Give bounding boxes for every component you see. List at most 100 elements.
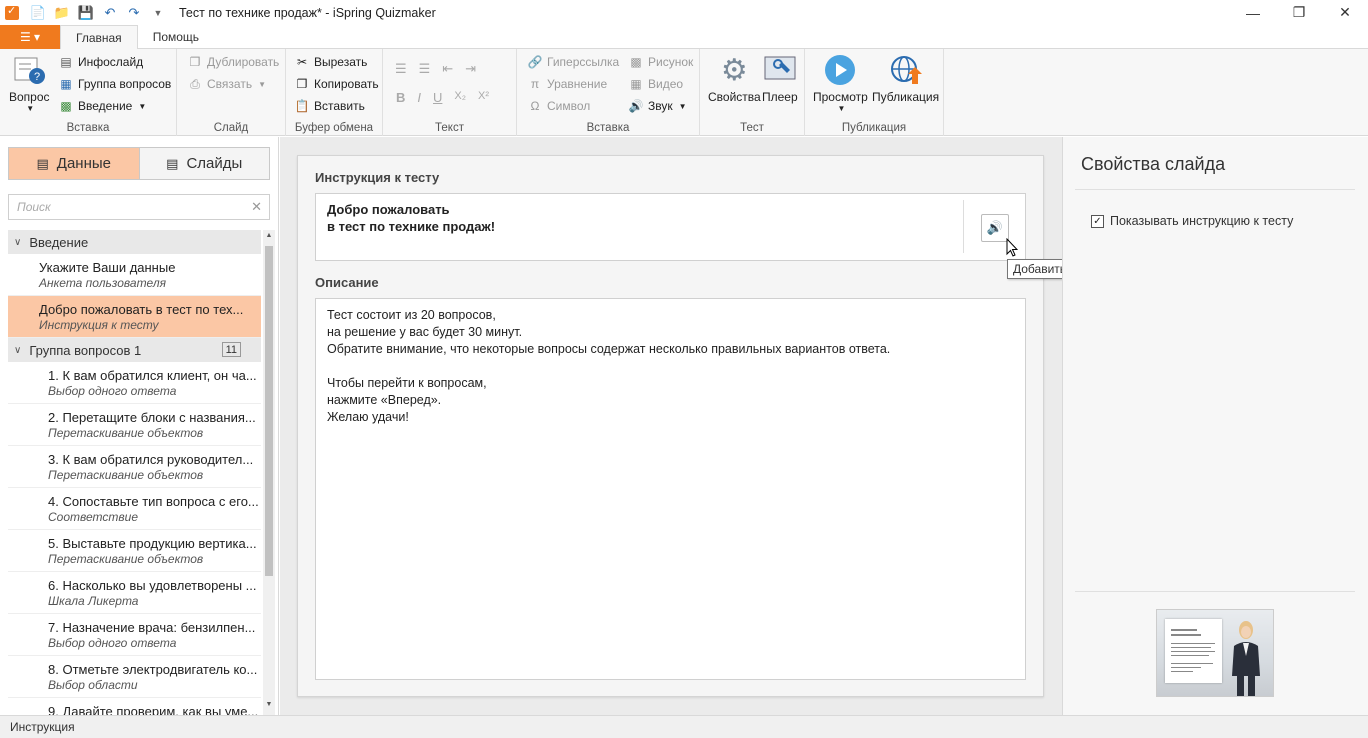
window-title: Тест по технике продаж* - iSpring Quizma… <box>179 5 436 20</box>
question-group-icon: ▦ <box>60 77 72 91</box>
publish-button[interactable]: Публикация <box>872 53 939 104</box>
question-icon: ? <box>12 53 46 87</box>
undo-icon[interactable]: ↶ <box>101 4 119 22</box>
sound-button[interactable]: 🔊 Звук ▼ <box>628 98 687 114</box>
play-icon <box>823 53 857 87</box>
player-button[interactable]: Плеер <box>762 53 798 104</box>
slide-properties-title: Свойства слайда <box>1081 154 1226 174</box>
scroll-up-icon[interactable]: ▲ <box>263 232 275 244</box>
instruction-text[interactable]: Добро пожаловать в тест по технике прода… <box>327 201 495 235</box>
group-label-text: Текст <box>435 122 464 134</box>
cut-button[interactable]: ✂ Вырезать <box>294 54 367 70</box>
group-label-insert: Вставка <box>66 122 110 134</box>
bullet-list-icon[interactable]: ☰ <box>395 61 407 77</box>
ribbon-group-insert-media: 🔗 Гиперссылка π Уравнение Ω Символ ▩ Рис… <box>517 49 700 136</box>
show-instruction-checkbox[interactable]: ✓ <box>1091 214 1104 228</box>
search-input[interactable]: Поиск ✕ <box>8 194 270 220</box>
chevron-down-icon: ▼ <box>138 101 147 111</box>
scrollbar-thumb[interactable] <box>265 246 273 576</box>
list-item[interactable]: 7. Назначение врача: бензилпен... Выбор … <box>8 614 261 656</box>
subscript-button[interactable]: X₂ <box>454 90 466 105</box>
superscript-button[interactable]: X² <box>478 90 489 105</box>
scroll-down-icon[interactable]: ▼ <box>263 701 275 713</box>
paste-button[interactable]: 📋 Вставить <box>294 98 365 114</box>
show-instruction-checkbox-row[interactable]: ✓ Показывать инструкцию к тесту <box>1091 214 1293 228</box>
app-icon[interactable] <box>5 4 19 20</box>
list-item[interactable]: 9. Давайте проверим, как вы уме... <box>8 698 261 715</box>
slide-thumbnail[interactable] <box>1156 609 1274 697</box>
list-item[interactable]: 4. Сопоставьте тип вопроса с его... Соот… <box>8 488 261 530</box>
list-item[interactable]: 3. К вам обратился руководител... Перета… <box>8 446 261 488</box>
question-group-button[interactable]: ▦ Группа вопросов <box>58 76 171 92</box>
intro-icon: ▩ <box>60 99 72 113</box>
properties-button[interactable]: ⚙ Свойства <box>708 53 761 105</box>
tab-help[interactable]: Помощь <box>138 25 214 49</box>
bold-button[interactable]: B <box>396 90 405 105</box>
redo-icon[interactable]: ↷ <box>125 4 143 22</box>
data-view-button[interactable]: ▤ Данные <box>9 148 140 179</box>
minimize-button[interactable]: — <box>1230 0 1276 25</box>
decrease-indent-icon[interactable]: ⇤ <box>442 61 453 77</box>
customize-toolbar-icon[interactable]: ▼ <box>149 4 167 22</box>
chevron-down-icon: ∨ <box>14 344 22 356</box>
increase-indent-icon[interactable]: ⇥ <box>465 61 476 77</box>
ribbon: ? Вопрос ▼ ▤ Инфослайд ▦ Группа вопросов… <box>0 49 1368 136</box>
instruction-field[interactable]: Добро пожаловать в тест по технике прода… <box>315 193 1026 261</box>
list-item[interactable]: 8. Отметьте электродвигатель ко... Выбор… <box>8 656 261 698</box>
divider <box>963 200 964 253</box>
tree-group-header[interactable]: ∨ Группа вопросов 1 11 <box>8 338 261 362</box>
underline-button[interactable]: U <box>433 90 442 105</box>
list-buttons: ☰ ☰ ⇤ ⇥ <box>395 61 476 77</box>
question-count-badge: 11 <box>221 342 241 357</box>
tab-home[interactable]: Главная <box>60 25 138 50</box>
infoslide-button[interactable]: ▤ Инфослайд <box>58 54 143 70</box>
description-field[interactable]: Тест состоит из 20 вопросов, на решение … <box>315 298 1026 680</box>
gear-icon: ⚙ <box>720 53 748 87</box>
copy-button[interactable]: ❐ Копировать <box>294 76 379 92</box>
tree-group-header[interactable]: ∨ Введение <box>8 230 261 254</box>
list-item-selected[interactable]: Добро пожаловать в тест по тех... Инстру… <box>8 296 261 338</box>
chevron-down-icon: ▼ <box>258 79 266 89</box>
list-item[interactable]: 2. Перетащите блоки с названия... Перета… <box>8 404 261 446</box>
clear-search-icon[interactable]: ✕ <box>251 199 262 215</box>
list-item[interactable]: 6. Насколько вы удовлетворены ... Шкала … <box>8 572 261 614</box>
new-document-icon[interactable]: 📄 <box>29 4 47 22</box>
speaker-icon: 🔊 <box>986 220 1004 235</box>
slides-view-button[interactable]: ▤ Слайды <box>139 148 269 179</box>
video-button[interactable]: ▦ Видео <box>628 76 683 92</box>
window-controls: — ❐ ✕ <box>1230 0 1368 25</box>
chevron-down-icon: ▼ <box>837 104 846 113</box>
hyperlink-icon: 🔗 <box>527 55 543 69</box>
add-sound-button[interactable]: 🔊 <box>981 214 1009 242</box>
tree-scrollbar[interactable]: ▲ ▼ <box>263 230 275 715</box>
intro-button[interactable]: ▩ Введение ▼ <box>58 98 146 114</box>
link-button[interactable]: ⎙ Связать ▼ <box>187 76 266 92</box>
left-panel: ▤ Данные ▤ Слайды Поиск ✕ ∨ Введение Ука… <box>0 137 279 715</box>
symbol-button[interactable]: Ω Символ <box>527 98 591 114</box>
list-item[interactable]: 1. К вам обратился клиент, он ча... Выбо… <box>8 362 261 404</box>
description-text[interactable]: Тест состоит из 20 вопросов, на решение … <box>327 307 890 426</box>
open-folder-icon[interactable]: 📁 <box>53 4 71 22</box>
close-button[interactable]: ✕ <box>1322 0 1368 25</box>
picture-button[interactable]: ▩ Рисунок <box>628 54 693 70</box>
video-icon: ▦ <box>630 77 642 91</box>
ribbon-group-clipboard: ✂ Вырезать ❐ Копировать 📋 Вставить Буфер… <box>286 49 383 136</box>
globe-upload-icon <box>889 53 923 87</box>
numbered-list-icon[interactable]: ☰ <box>419 61 431 77</box>
list-item[interactable]: Укажите Ваши данные Анкета пользователя <box>8 254 261 296</box>
hyperlink-button[interactable]: 🔗 Гиперссылка <box>527 54 620 70</box>
restore-button[interactable]: ❐ <box>1276 0 1322 25</box>
equation-button[interactable]: π Уравнение <box>527 76 607 92</box>
search-placeholder: Поиск <box>17 200 51 214</box>
group-label-insert-media: Вставка <box>586 122 630 134</box>
preview-button[interactable]: Просмотр ▼ <box>813 53 868 113</box>
question-button[interactable]: ? Вопрос ▼ <box>9 53 50 113</box>
duplicate-button[interactable]: ❐ Дублировать <box>187 54 280 70</box>
menu-icon: ☰ ▾ <box>19 30 41 44</box>
save-icon[interactable]: 💾 <box>77 4 95 22</box>
italic-button[interactable]: I <box>417 90 421 105</box>
file-menu-button[interactable]: ☰ ▾ <box>0 25 60 49</box>
description-label: Описание <box>315 275 379 290</box>
divider <box>1075 189 1355 190</box>
list-item[interactable]: 5. Выставьте продукцию вертика... Перета… <box>8 530 261 572</box>
